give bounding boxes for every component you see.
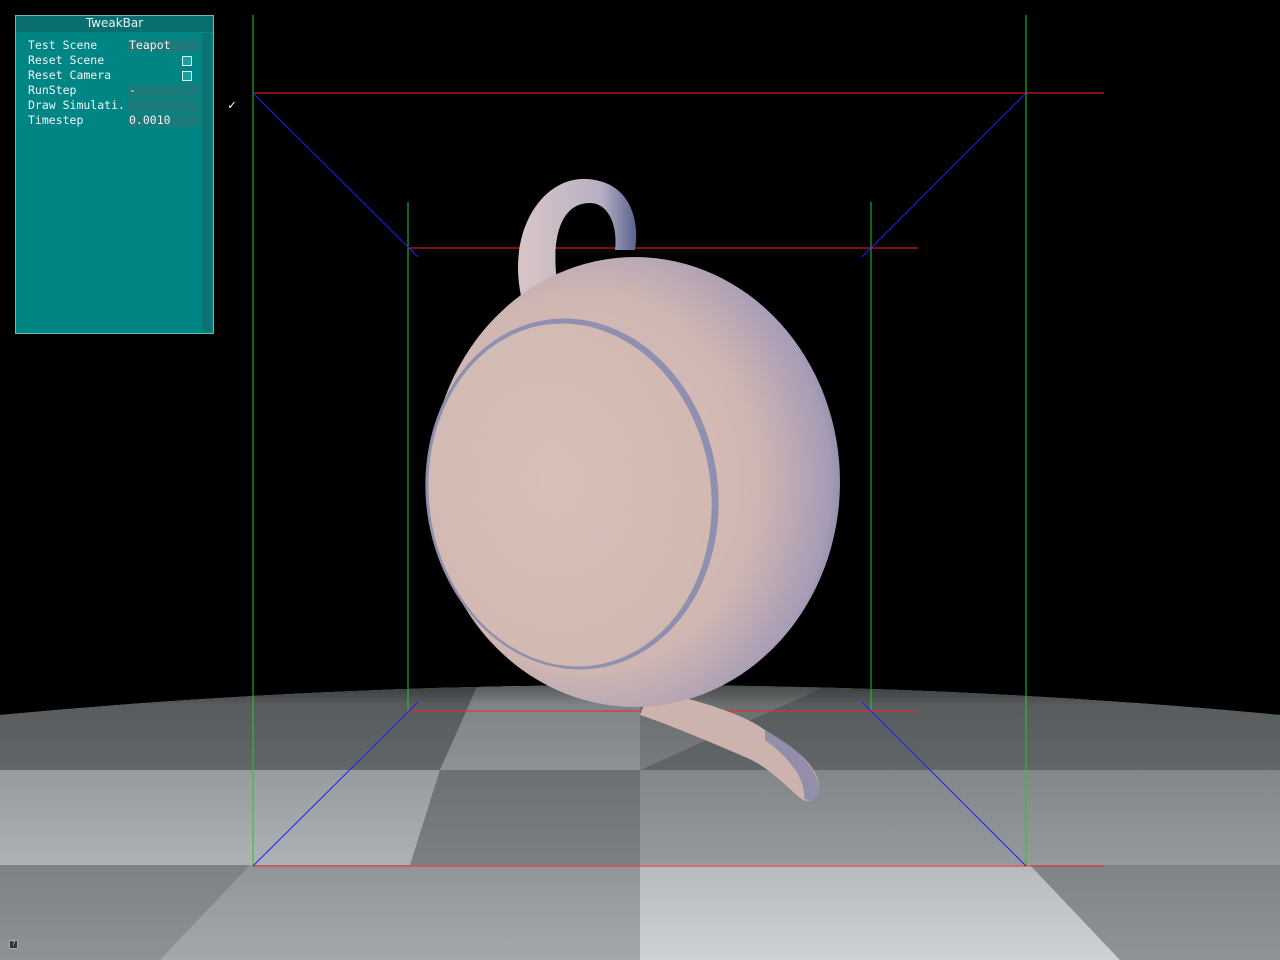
reset-camera-label: Reset Camera [28,68,112,82]
row-runstep[interactable]: RunStep - [28,83,200,98]
row-reset-camera[interactable]: Reset Camera [28,68,200,83]
runstep-label: RunStep [28,83,77,97]
test-scene-value[interactable]: Teapot [127,39,200,52]
test-scene-label: Test Scene [28,38,98,52]
tweakbar-panel[interactable]: TweakBar Test Scene Teapot Reset Scene R… [15,15,236,334]
row-test-scene[interactable]: Test Scene Teapot [28,38,200,53]
row-reset-scene[interactable]: Reset Scene [28,53,200,68]
draw-simulation-label: Draw Simulati.. [28,98,132,112]
row-timestep[interactable]: Timestep 0.0010 [28,113,200,128]
timestep-value[interactable]: 0.0010 [127,114,200,127]
runstep-value[interactable]: - [127,84,200,97]
reset-camera-button[interactable] [182,71,192,81]
help-icon[interactable]: ? [9,940,18,949]
reset-scene-button[interactable] [182,56,192,66]
tweakbar-scrollbar[interactable] [202,33,211,331]
tweakbar-title[interactable]: TweakBar [16,16,213,32]
row-draw-simulation[interactable]: Draw Simulati.. ✓ [28,98,236,113]
timestep-label: Timestep [28,113,84,127]
draw-simulation-field[interactable]: ✓ [127,99,236,112]
reset-scene-label: Reset Scene [28,53,105,67]
draw-simulation-checkbox[interactable]: ✓ [228,99,236,112]
